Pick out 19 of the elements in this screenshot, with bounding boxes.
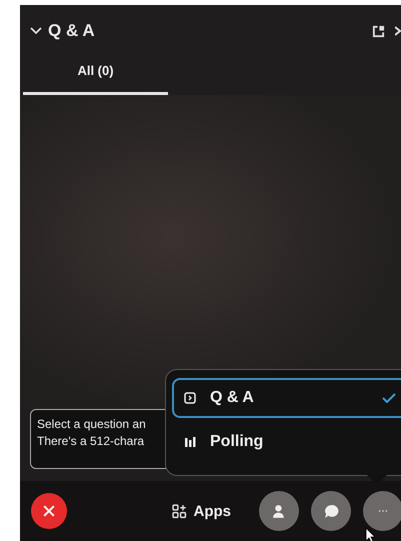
menu-item[interactable]: Q & A (172, 378, 401, 418)
participants-button[interactable] (259, 491, 299, 531)
person-icon (272, 504, 286, 518)
mouse-cursor-icon (365, 527, 375, 541)
apps-grid-icon (172, 504, 186, 518)
question-box-icon (184, 392, 196, 404)
chat-bubble-icon (324, 504, 338, 518)
pop-out-icon[interactable] (372, 24, 385, 38)
placeholder-text: Select a question an (37, 416, 146, 433)
apps-button[interactable]: Apps (172, 502, 231, 520)
chevron-down-icon[interactable] (30, 27, 42, 35)
leave-button[interactable] (31, 493, 67, 529)
panel-title: Q & A (48, 21, 95, 41)
check-icon (382, 393, 396, 403)
placeholder-text: There's a 512-chara (37, 433, 144, 450)
bar-chart-icon (184, 436, 196, 448)
more-icon (378, 509, 388, 513)
chat-button[interactable] (311, 491, 351, 531)
more-button[interactable] (363, 491, 401, 531)
